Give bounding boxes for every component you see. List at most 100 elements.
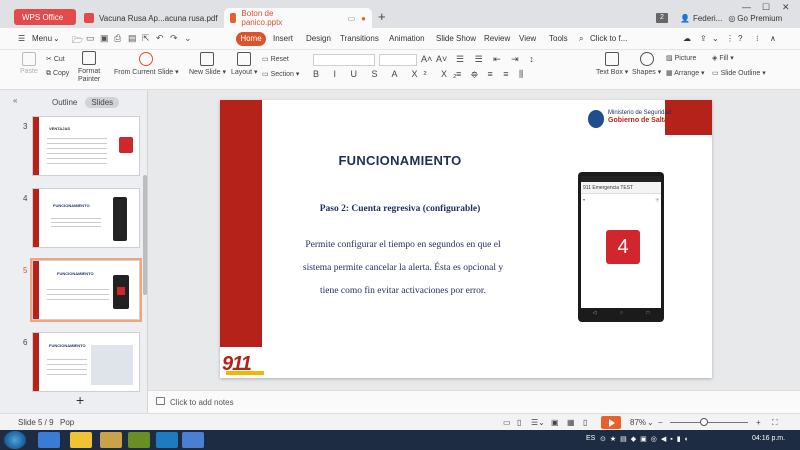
decrease-font-icon[interactable]: A˅: [436, 54, 447, 64]
more-icon[interactable]: ⋮: [726, 34, 734, 43]
from-current-slide-button[interactable]: From Current Slide ▾: [114, 52, 179, 76]
user-name[interactable]: Federi...: [693, 14, 722, 23]
tab-slides[interactable]: Slides: [85, 97, 120, 108]
tab-transitions[interactable]: Transitions: [340, 34, 379, 43]
current-slide[interactable]: Ministerio de Seguridad Gobierno de Salt…: [220, 100, 712, 378]
hamburger-icon[interactable]: ☰: [18, 34, 25, 43]
panel-scrollbar[interactable]: [143, 175, 147, 295]
comment-icon[interactable]: ▯: [517, 418, 521, 427]
zoom-slider-knob[interactable]: [700, 418, 708, 426]
tab-animation[interactable]: Animation: [389, 34, 425, 43]
file-explorer-icon[interactable]: [100, 432, 122, 448]
zoom-level[interactable]: 87%: [630, 418, 646, 427]
notes-toggle-icon[interactable]: ▭: [503, 418, 511, 427]
phone-screenshot-image[interactable]: 911 Emergencia TEST ♥ ⦿ 4 ◁ ○ □: [578, 172, 664, 322]
clock[interactable]: 04:16 p.m.: [752, 435, 785, 442]
normal-view-icon[interactable]: ▣: [551, 418, 559, 427]
tab-view[interactable]: View: [519, 34, 536, 43]
notes-placeholder[interactable]: Click to add notes: [170, 398, 234, 407]
section-button[interactable]: ▭ Section ▾: [262, 70, 299, 78]
fit-slide-icon[interactable]: ⛶: [772, 418, 778, 428]
folder-icon[interactable]: ▭: [86, 33, 95, 44]
export-icon[interactable]: ⇱: [142, 33, 150, 44]
tab-outline[interactable]: Outline: [52, 98, 77, 107]
minimize-icon[interactable]: —: [742, 2, 751, 12]
save-icon[interactable]: ▣: [100, 33, 109, 44]
play-slideshow-button[interactable]: [601, 416, 621, 429]
open-folder-icon[interactable]: 🗁: [72, 33, 83, 49]
chevron-down-icon[interactable]: ⌄: [712, 34, 719, 43]
paragraph-group[interactable]: ☰ ☰ ⇤ ⇥ ↕: [456, 54, 538, 65]
reading-view-icon[interactable]: ▯: [583, 418, 587, 427]
share-icon[interactable]: ⇪: [700, 34, 707, 43]
print-preview-icon[interactable]: ▤: [128, 33, 137, 44]
maximize-icon[interactable]: ☐: [762, 2, 770, 13]
copy-button[interactable]: ⧉ Copy: [46, 70, 69, 78]
edge-icon[interactable]: [156, 432, 178, 448]
zoom-out-icon[interactable]: −: [658, 418, 663, 427]
increase-font-icon[interactable]: A˄: [421, 54, 432, 64]
unsaved-dot-icon[interactable]: ●: [361, 14, 366, 23]
chrome-icon[interactable]: [70, 432, 92, 448]
reset-button[interactable]: ▭ Reset: [262, 55, 289, 63]
zoom-slider[interactable]: [670, 422, 748, 423]
new-slide-button[interactable]: New Slide ▾: [189, 52, 226, 76]
slide-thumbnail-4[interactable]: FUNCIONAMIENTO: [32, 188, 140, 248]
collapse-panel-icon[interactable]: «: [13, 96, 17, 105]
word-icon[interactable]: [182, 432, 204, 448]
tab-insert[interactable]: Insert: [273, 34, 293, 43]
zoom-chevron-icon[interactable]: ⌄: [647, 418, 654, 427]
slide-sorter-icon[interactable]: ▦: [567, 418, 575, 427]
window-close-icon[interactable]: ✕: [782, 2, 790, 13]
alignment-group[interactable]: ≡ ≡ ≡ ≡ ⫼: [456, 69, 527, 80]
search-icon[interactable]: ⌕: [579, 34, 583, 44]
slide-thumbnail-3[interactable]: VENTAJAS: [32, 116, 140, 176]
tab-boton-panico[interactable]: Boton de panico.pptx ▭ ●: [224, 8, 372, 28]
tab-slide-show[interactable]: Slide Show: [436, 34, 476, 43]
premium-icon[interactable]: ◎: [728, 14, 735, 23]
font-size-select[interactable]: [379, 54, 417, 66]
zoom-in-icon[interactable]: +: [756, 418, 761, 427]
tray-icons[interactable]: ⊙★▤◆▣◎◀▪▮◐: [600, 435, 693, 443]
notes-pane[interactable]: Click to add notes: [148, 390, 800, 413]
chevron-down-icon[interactable]: ⌄: [184, 33, 192, 44]
shapes-button[interactable]: Shapes ▾: [632, 52, 661, 76]
cloud-icon[interactable]: ☁: [683, 34, 691, 43]
slide-thumbnail-6[interactable]: FUNCIONAMIENTO: [32, 332, 140, 392]
new-tab-button[interactable]: +: [378, 10, 386, 23]
format-painter-button[interactable]: Format Painter: [78, 51, 100, 84]
arrange-button[interactable]: ▦ Arrange ▾: [666, 69, 705, 77]
app-icon[interactable]: [128, 432, 150, 448]
cut-button[interactable]: ✂ Cut: [46, 55, 65, 63]
tab-home[interactable]: Home: [236, 32, 266, 46]
slide-body-text[interactable]: Permite configurar el tiempo en segundos…: [278, 234, 528, 303]
align-menu-icon[interactable]: ☰⌄: [531, 418, 545, 427]
fill-button[interactable]: ◈ Fill ▾: [712, 54, 734, 62]
go-premium-link[interactable]: Go Premium: [737, 14, 782, 23]
slide-title[interactable]: FUNCIONAMIENTO: [320, 153, 480, 168]
chevron-down-icon[interactable]: ⌄: [53, 34, 60, 43]
user-avatar-icon[interactable]: 👤: [680, 14, 690, 23]
language-indicator[interactable]: ES: [586, 435, 595, 442]
menu-button[interactable]: Menu: [32, 34, 52, 43]
slide-subtitle[interactable]: Paso 2: Cuenta regresiva (configurable): [280, 204, 520, 214]
text-box-button[interactable]: Text Box ▾: [596, 52, 628, 76]
collapse-ribbon-icon[interactable]: ∧: [770, 34, 776, 43]
redo-icon[interactable]: ↷: [170, 33, 178, 44]
picture-button[interactable]: ▨ Picture: [666, 54, 696, 62]
undo-icon[interactable]: ↶: [156, 33, 164, 44]
tab-review[interactable]: Review: [484, 34, 510, 43]
print-icon[interactable]: ⎙: [114, 33, 121, 44]
slide-thumbnail-5[interactable]: FUNCIONAMIENTO: [30, 258, 142, 322]
wps-office-tab[interactable]: WPS Office: [14, 9, 76, 25]
monitor-icon[interactable]: ▭: [348, 14, 356, 23]
font-name-select[interactable]: [313, 54, 375, 66]
more-options-icon[interactable]: ⁝: [756, 34, 759, 43]
tab-tools[interactable]: Tools: [549, 34, 568, 43]
add-slide-button[interactable]: +: [76, 392, 84, 408]
search-command-input[interactable]: Click to f...: [590, 34, 627, 43]
window-count-badge[interactable]: 2: [656, 13, 668, 23]
paste-button[interactable]: Paste: [20, 52, 38, 75]
slide-outline-button[interactable]: ▭ Slide Outline ▾: [712, 69, 766, 77]
help-icon[interactable]: ?: [738, 34, 742, 43]
